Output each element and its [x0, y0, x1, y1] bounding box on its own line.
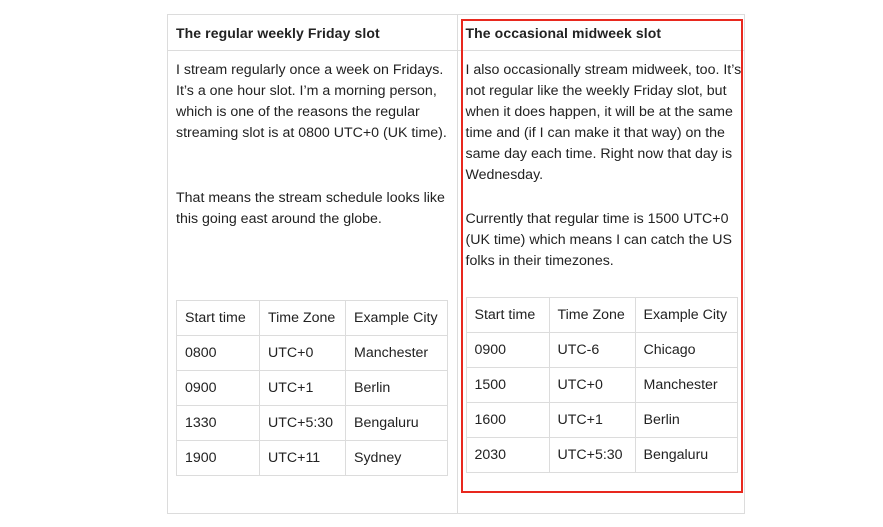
example-city-cell: Manchester — [345, 335, 448, 371]
start-time-cell: 1900 — [176, 440, 260, 476]
table-row: 1500 UTC+0 Manchester — [465, 367, 738, 403]
column-header-example-city: Example City — [634, 297, 738, 333]
column-header-start-time: Start time — [176, 300, 260, 336]
time-zone-cell: UTC+5:30 — [548, 437, 636, 473]
table-header-row: Start time Time Zone Example City — [465, 297, 738, 333]
time-zone-cell: UTC+5:30 — [259, 405, 346, 441]
midweek-slot-table: Start time Time Zone Example City 0900 U… — [465, 297, 738, 473]
example-city-cell: Berlin — [345, 370, 448, 406]
midweek-slot-column: The occasional midweek slot I also occas… — [457, 15, 744, 513]
column-header-time-zone: Time Zone — [259, 300, 346, 336]
start-time-cell: 1600 — [465, 402, 550, 438]
time-zone-cell: UTC+0 — [259, 335, 346, 371]
time-zone-cell: UTC+1 — [548, 402, 636, 438]
midweek-slot-paragraph-1: I also occasionally stream midweek, too.… — [465, 62, 742, 183]
midweek-slot-paragraph-2: Currently that regular time is 1500 UTC+… — [465, 211, 733, 269]
example-city-cell: Berlin — [634, 402, 738, 438]
time-zone-cell: UTC+11 — [259, 440, 346, 476]
weekly-slot-column: The regular weekly Friday slot I stream … — [168, 15, 458, 513]
example-city-cell: Bengaluru — [634, 437, 738, 473]
midweek-slot-heading: The occasional midweek slot — [457, 15, 744, 51]
column-header-time-zone: Time Zone — [548, 297, 636, 333]
example-city-cell: Bengaluru — [345, 405, 448, 441]
table-row: 1600 UTC+1 Berlin — [465, 402, 738, 438]
example-city-cell: Sydney — [345, 440, 448, 476]
start-time-cell: 2030 — [465, 437, 550, 473]
start-time-cell: 1500 — [465, 367, 550, 403]
column-header-start-time: Start time — [465, 297, 550, 333]
table-header-row: Start time Time Zone Example City — [176, 300, 448, 336]
start-time-cell: 0800 — [176, 335, 260, 371]
time-zone-cell: UTC+0 — [548, 367, 636, 403]
weekly-slot-table: Start time Time Zone Example City 0800 U… — [176, 300, 448, 476]
start-time-cell: 0900 — [176, 370, 260, 406]
start-time-cell: 1330 — [176, 405, 260, 441]
table-row: 1900 UTC+11 Sydney — [176, 440, 448, 476]
time-zone-cell: UTC-6 — [548, 332, 636, 368]
example-city-cell: Chicago — [634, 332, 738, 368]
schedule-layout-table: The regular weekly Friday slot I stream … — [167, 14, 745, 514]
weekly-slot-paragraph-2: That means the stream schedule looks lik… — [176, 190, 445, 227]
start-time-cell: 0900 — [465, 332, 550, 368]
table-row: 2030 UTC+5:30 Bengaluru — [465, 437, 738, 473]
time-zone-cell: UTC+1 — [259, 370, 346, 406]
table-row: 0900 UTC-6 Chicago — [465, 332, 738, 368]
weekly-slot-heading: The regular weekly Friday slot — [168, 15, 457, 51]
table-row: 1330 UTC+5:30 Bengaluru — [176, 405, 448, 441]
weekly-slot-paragraph-1: I stream regularly once a week on Friday… — [176, 62, 447, 141]
example-city-cell: Manchester — [634, 367, 738, 403]
column-header-example-city: Example City — [345, 300, 448, 336]
table-row: 0800 UTC+0 Manchester — [176, 335, 448, 371]
table-row: 0900 UTC+1 Berlin — [176, 370, 448, 406]
